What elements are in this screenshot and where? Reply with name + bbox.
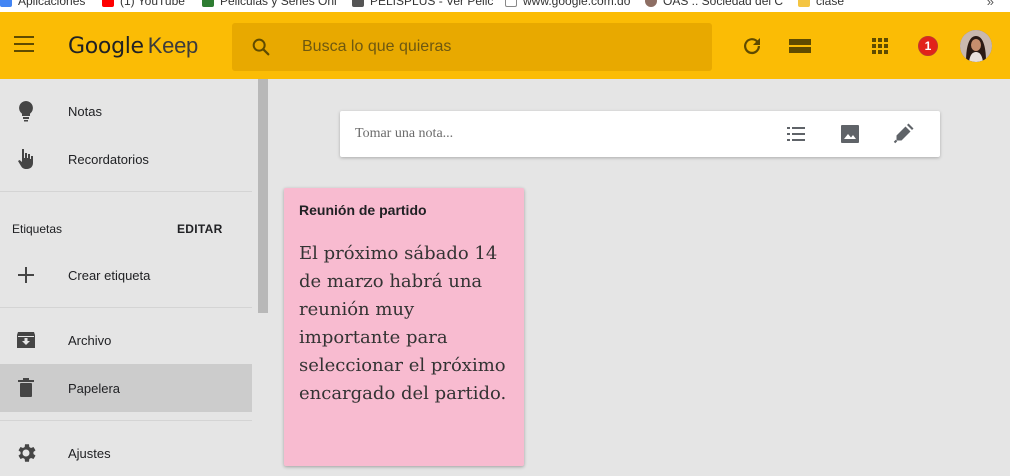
take-note-bar (340, 111, 940, 157)
reminder-hand-icon (18, 149, 33, 169)
movie-icon (202, 0, 214, 7)
apps-grid-icon[interactable] (868, 34, 892, 58)
sidebar: Notas Recordatorios Etiquetas EDITAR Cre… (0, 79, 256, 476)
hamburger-icon-line (14, 43, 34, 45)
bookmark-clase[interactable]: clase (798, 0, 844, 8)
avatar[interactable] (960, 30, 992, 62)
plus-icon (18, 267, 34, 283)
main-menu-button[interactable] (14, 36, 34, 52)
search-icon[interactable] (250, 36, 272, 58)
bookmark-google[interactable]: www.google.com.do (505, 0, 630, 8)
note-body: El próximo sábado 14 de marzo habrá una … (299, 243, 507, 404)
bookmark-peliculas[interactable]: Peliculas y Series Onl (202, 0, 337, 8)
logo-google-text: Google (68, 34, 144, 59)
sidebar-item-notas[interactable]: Notas (0, 87, 252, 135)
sidebar-scrollbar-thumb[interactable] (258, 79, 268, 313)
sidebar-item-archivo[interactable]: Archivo (0, 316, 252, 364)
note-title: Reunión de partido (299, 202, 427, 218)
bookmark-apps[interactable]: Aplicaciones (0, 0, 85, 8)
divider (0, 420, 252, 421)
divider (0, 191, 252, 192)
trash-icon (18, 378, 34, 397)
app-logo[interactable]: Google Keep (68, 33, 198, 59)
image-icon[interactable] (838, 122, 862, 146)
refresh-icon[interactable] (740, 34, 764, 58)
page-icon (352, 0, 364, 7)
checklist-icon[interactable] (784, 122, 808, 146)
search-input[interactable] (302, 23, 702, 71)
list-view-icon[interactable] (788, 34, 812, 58)
lightbulb-icon (19, 101, 33, 122)
hamburger-icon-line (14, 36, 34, 38)
search-box (232, 23, 712, 71)
app-header: GoogleKeep 1 (0, 12, 1010, 79)
notifications-badge[interactable]: 1 (918, 36, 938, 56)
bookmark-youtube[interactable]: (1) YouTube (102, 0, 185, 8)
apps-grid-icon (0, 0, 12, 7)
sidebar-item-papelera[interactable]: Papelera (0, 364, 252, 412)
sidebar-item-ajustes[interactable]: Ajustes (0, 429, 252, 476)
sidebar-item-label: Ajustes (68, 445, 111, 461)
sidebar-item-label: Crear etiqueta (68, 267, 151, 283)
divider (0, 307, 252, 308)
logo-keep-text: Keep (147, 33, 198, 58)
sidebar-item-label: Notas (68, 103, 102, 119)
sidebar-item-recordatorios[interactable]: Recordatorios (0, 135, 252, 183)
hamburger-icon-line (14, 50, 34, 52)
sidebar-item-label: Recordatorios (68, 151, 149, 167)
sidebar-item-crear-etiqueta[interactable]: Crear etiqueta (0, 251, 252, 299)
labels-heading: Etiquetas (12, 222, 63, 236)
edit-labels-button[interactable]: EDITAR (177, 222, 223, 236)
profile-photo-icon (960, 30, 992, 62)
page-icon (505, 0, 517, 7)
bookmarks-overflow-icon[interactable]: » (987, 0, 994, 9)
bookmarks-bar: Aplicaciones (1) YouTube Peliculas y Ser… (0, 0, 1010, 12)
folder-icon (798, 0, 810, 7)
pen-icon[interactable] (891, 122, 915, 146)
sidebar-item-label: Archivo (68, 332, 112, 348)
take-note-input[interactable] (355, 111, 755, 157)
bookmark-oas[interactable]: OAS :: Sociedad del C (645, 0, 783, 8)
seal-icon (645, 0, 657, 7)
note-card[interactable]: Reunión de partido El próximo sábado 14 … (284, 188, 524, 466)
sidebar-item-label: Papelera (68, 380, 121, 396)
bookmark-pelisplus[interactable]: PELISPLUS - Ver Pelic (352, 0, 493, 8)
archive-icon (17, 332, 35, 348)
gear-icon (18, 444, 36, 462)
youtube-icon (102, 0, 114, 7)
